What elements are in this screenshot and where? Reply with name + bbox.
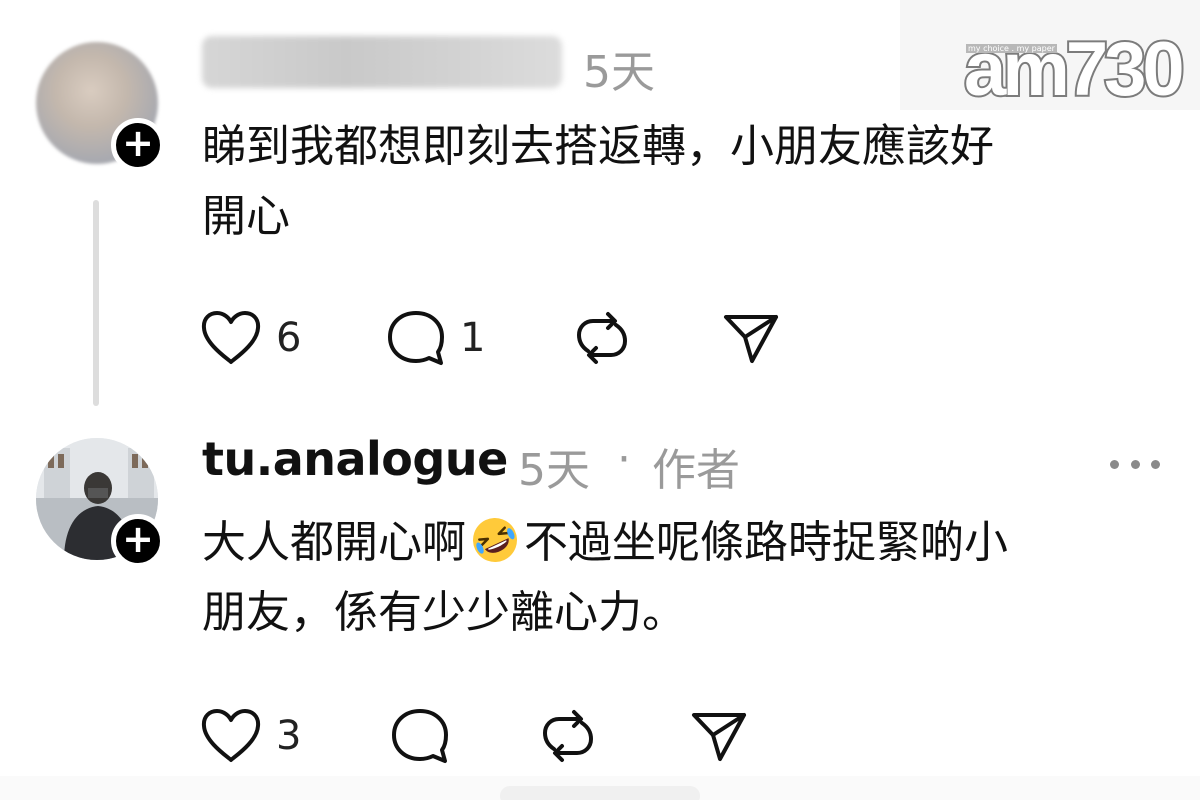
repost-icon <box>576 312 628 364</box>
am730-tagline: my choice . my paper <box>966 44 1057 53</box>
more-dots-icon <box>1110 459 1119 469</box>
meta-separator: · <box>617 434 631 485</box>
am730-watermark: am730 my choice . my paper <box>900 0 1200 112</box>
comment-text-segment: 大人都開心啊 <box>202 517 466 568</box>
like-count: 3 <box>276 713 302 759</box>
comment-bubble-icon <box>388 311 444 365</box>
more-dots-icon <box>1130 459 1140 469</box>
comment-timestamp: 5天 <box>518 445 590 496</box>
reply-button[interactable] <box>390 706 450 766</box>
comment-text-line: 朋友，係有少少離心力。 <box>202 587 686 638</box>
rolling-on-floor-laughing-emoji-icon <box>473 518 517 562</box>
blurred-username[interactable] <box>202 36 562 88</box>
threads-comment-screen: am730 my choice . my paper + 5天 睇到我都想即刻去… <box>0 0 1200 800</box>
more-options-button[interactable] <box>1110 444 1160 484</box>
comment-text-line: 睇到我都想即刻去搭返轉，小朋友應該好 <box>202 121 994 172</box>
like-button[interactable]: 3 <box>200 706 301 766</box>
repost-button[interactable] <box>540 706 596 766</box>
thread-connector-line <box>93 200 99 406</box>
send-icon <box>692 713 746 761</box>
like-button[interactable]: 6 <box>200 308 301 368</box>
heart-icon <box>201 311 261 364</box>
heart-icon <box>201 709 261 762</box>
composer-pill[interactable] <box>500 786 700 800</box>
comment-text-line: 開心 <box>202 191 290 242</box>
reply-button[interactable]: 1 <box>386 308 485 368</box>
comment-timestamp: 5天 <box>583 47 655 98</box>
repost-icon <box>542 710 594 762</box>
comment-text-line: 大人都開心啊 不過坐呢條路時捉緊啲小 <box>202 513 1008 573</box>
comment-text-segment: 不過坐呢條路時捉緊啲小 <box>524 517 1008 568</box>
share-button[interactable] <box>722 308 780 368</box>
like-count: 6 <box>276 315 302 361</box>
follow-plus-icon[interactable]: + <box>111 118 165 172</box>
comment-bubble-icon <box>392 709 448 763</box>
send-icon <box>724 315 778 363</box>
more-dots-icon <box>1151 459 1160 469</box>
share-button[interactable] <box>690 706 748 766</box>
am730-logo: am730 <box>962 27 1187 112</box>
follow-plus-icon[interactable]: + <box>111 514 165 568</box>
reply-count: 1 <box>460 315 486 361</box>
author-badge: 作者 <box>652 445 740 496</box>
username-link[interactable]: tu.analogue <box>202 432 508 486</box>
repost-button[interactable] <box>574 308 630 368</box>
